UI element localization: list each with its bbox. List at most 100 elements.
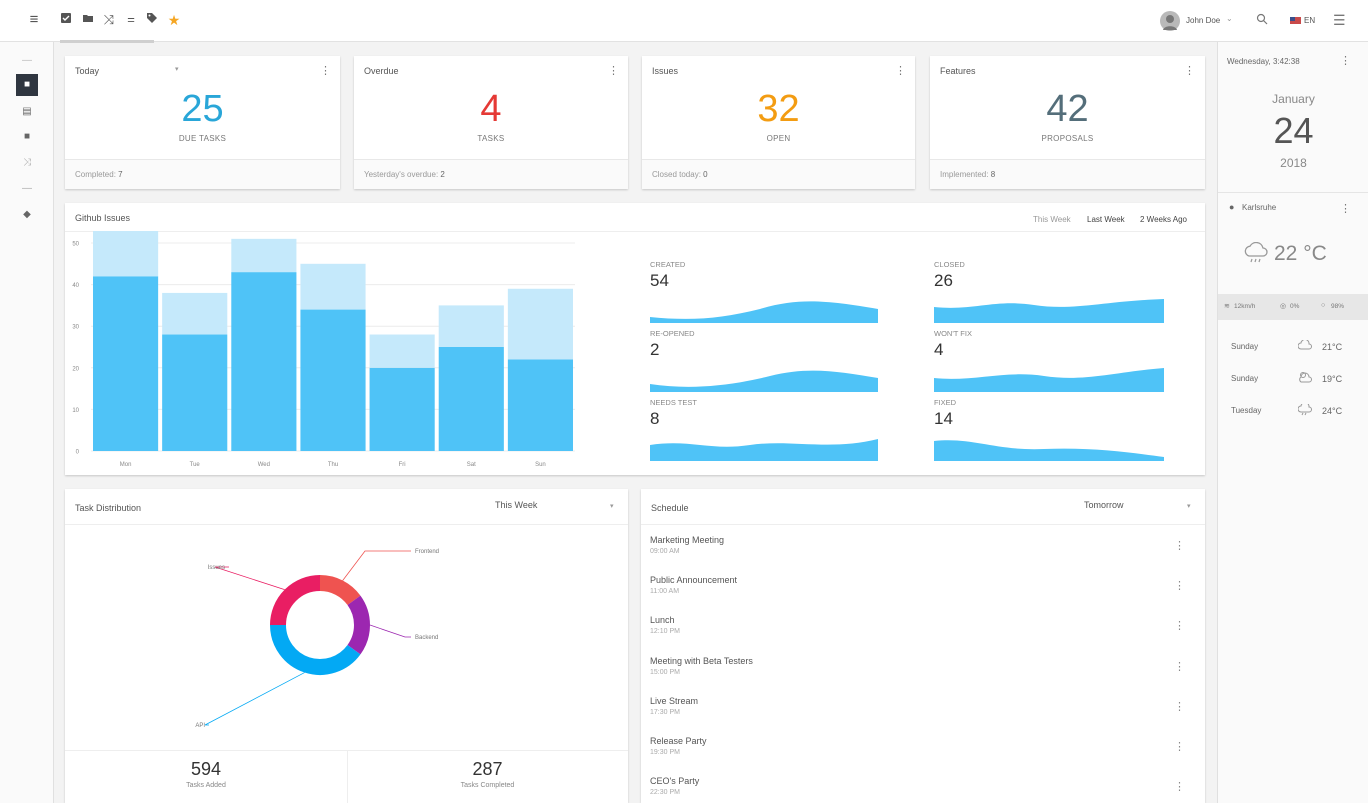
bar-sat-series-2[interactable] — [438, 305, 504, 347]
sidebar-item-files[interactable]: ■ — [16, 126, 38, 148]
schedule-item[interactable]: Meeting with Beta Testers 15:00 PM ⋮ — [641, 648, 1205, 688]
footer-value: 0 — [703, 170, 708, 179]
x-tick-label: Tue — [190, 462, 201, 468]
location-pin-icon: ● — [1229, 202, 1235, 212]
card-title[interactable]: Today — [75, 66, 99, 76]
period-this-week[interactable]: This Week — [1033, 215, 1071, 224]
card-title: Issues — [652, 66, 679, 76]
shuffle-icon[interactable]: ⤨ — [101, 12, 117, 28]
card-title: Overdue — [364, 66, 399, 76]
more-options-icon[interactable]: ⋮ — [1174, 579, 1185, 592]
stat-label-closed: CLOSED — [934, 260, 965, 269]
more-options-icon[interactable]: ⋮ — [1340, 54, 1351, 67]
card-footer: Yesterday's overdue: 2 — [354, 159, 628, 189]
sidebar-item-notes[interactable]: — — [16, 178, 38, 200]
weather-conditions-bar: ≋ 12km/h ◎ 0% ○ 98% — [1218, 294, 1368, 320]
x-tick-label: Fri — [399, 462, 406, 468]
chevron-down-icon[interactable]: ⌄ — [1226, 14, 1233, 23]
checkbox-icon[interactable] — [58, 12, 74, 28]
period-dropdown[interactable]: This Week — [495, 500, 537, 510]
chevron-down-icon[interactable]: ▾ — [1187, 502, 1191, 510]
list-icon[interactable]: ☰ — [1333, 12, 1346, 29]
bar-mon-series-1[interactable] — [93, 276, 159, 451]
more-options-icon[interactable]: ⋮ — [1340, 202, 1351, 215]
humidity-icon: ◎ — [1280, 303, 1287, 310]
bar-sun-series-2[interactable] — [507, 288, 573, 360]
stat-label-reopened: RE-OPENED — [650, 329, 695, 338]
donut-slice-frontend[interactable] — [319, 575, 361, 606]
folder-icon[interactable] — [80, 12, 96, 28]
schedule-item[interactable]: Marketing Meeting 09:00 AM ⋮ — [641, 527, 1205, 567]
schedule-item[interactable]: Lunch 12:10 PM ⋮ — [641, 607, 1205, 647]
equals-icon[interactable]: = — [123, 12, 139, 28]
language-label[interactable]: EN — [1304, 16, 1315, 25]
weather-location[interactable]: Karlsruhe — [1242, 203, 1276, 212]
sidebar-item-tags[interactable]: ◆ — [16, 204, 38, 226]
bar-wed-series-2[interactable] — [231, 238, 297, 273]
bar-fri-series-2[interactable] — [369, 334, 435, 368]
card-title: Features — [940, 66, 976, 76]
avatar[interactable] — [1160, 11, 1180, 31]
tasks-completed-value: 287 — [472, 759, 503, 779]
more-options-icon[interactable]: ⋮ — [1174, 619, 1185, 632]
more-options-icon[interactable]: ⋮ — [1174, 700, 1185, 713]
event-time: 19:30 PM — [650, 749, 680, 756]
more-options-icon[interactable]: ⋮ — [1174, 780, 1185, 793]
bar-tue-series-1[interactable] — [162, 334, 228, 451]
more-options-icon[interactable]: ⋮ — [1174, 660, 1185, 673]
cloud-rain-icon — [1243, 241, 1269, 267]
forecast-temp: 24°C — [1322, 406, 1343, 416]
schedule-item[interactable]: Release Party 19:30 PM ⋮ — [641, 728, 1205, 768]
sidebar-item-tasks[interactable]: ▤ — [16, 101, 38, 123]
more-options-icon[interactable]: ⋮ — [895, 64, 906, 77]
card-value: 32 — [757, 88, 800, 130]
user-name[interactable]: John Doe — [1186, 16, 1220, 25]
search-icon[interactable] — [1256, 13, 1268, 28]
more-options-icon[interactable]: ⋮ — [320, 64, 331, 77]
bar-thu-series-2[interactable] — [300, 263, 366, 310]
bar-fri-series-1[interactable] — [369, 367, 435, 451]
chevron-down-icon[interactable]: ▾ — [610, 502, 614, 510]
period-dropdown[interactable]: Tomorrow — [1084, 500, 1124, 510]
event-time: 15:00 PM — [650, 669, 680, 676]
schedule-item[interactable]: CEO's Party 22:30 PM ⋮ — [641, 768, 1205, 803]
bar-sun-series-1[interactable] — [507, 359, 573, 451]
footer-label: Implemented: — [940, 170, 989, 179]
stat-label-fixed: FIXED — [934, 398, 957, 407]
tag-icon[interactable] — [144, 12, 160, 28]
period-2-weeks-ago[interactable]: 2 Weeks Ago — [1140, 215, 1187, 224]
more-options-icon[interactable]: ⋮ — [608, 64, 619, 77]
star-icon[interactable]: ★ — [166, 12, 182, 28]
schedule-item[interactable]: Public Announcement 11:00 AM ⋮ — [641, 567, 1205, 607]
menu-icon[interactable]: ≡ — [26, 12, 42, 28]
bar-mon-series-2[interactable] — [93, 231, 159, 277]
period-last-week[interactable]: Last Week — [1087, 215, 1125, 224]
flag-icon[interactable] — [1290, 17, 1301, 24]
chevron-down-icon[interactable]: ▾ — [175, 65, 179, 73]
forecast-temp: 19°C — [1322, 374, 1343, 384]
sidebar-item-dashboard[interactable]: ■ — [16, 74, 38, 96]
divider — [1218, 192, 1368, 193]
bar-tue-series-2[interactable] — [162, 292, 228, 335]
summary-card-features: Features ⋮ 42 PROPOSALS Implemented: 8 — [930, 56, 1205, 189]
more-options-icon[interactable]: ⋮ — [1174, 740, 1185, 753]
sidebar-item-shuffle[interactable]: ⤨ — [16, 152, 38, 174]
bar-wed-series-1[interactable] — [231, 272, 297, 451]
card-label: TASKS — [477, 134, 505, 143]
event-name: Meeting with Beta Testers — [650, 656, 753, 666]
bar-thu-series-1[interactable] — [300, 309, 366, 451]
more-options-icon[interactable]: ⋮ — [1174, 539, 1185, 552]
github-issues-bar-chart: 0 10 20 30 40 50 Mon Tue Wed Thu Fri Sat Sun — [72, 231, 575, 468]
schedule-item[interactable]: Live Stream 17:30 PM ⋮ — [641, 688, 1205, 728]
x-tick-label: Mon — [120, 462, 132, 468]
donut-slice-backend[interactable] — [347, 595, 370, 655]
y-tick-label: 0 — [76, 450, 80, 456]
donut-label: Backend — [415, 635, 438, 641]
donut-slice-api[interactable] — [270, 624, 361, 675]
tasks-added-value: 594 — [190, 759, 222, 779]
event-time: 11:00 AM — [650, 588, 680, 595]
bar-sat-series-1[interactable] — [438, 347, 504, 451]
more-options-icon[interactable]: ⋮ — [1184, 64, 1195, 77]
stat-value-wontfix: 4 — [934, 340, 944, 359]
github-issues-card: Github Issues This Week Last Week 2 Week… — [65, 203, 1205, 475]
